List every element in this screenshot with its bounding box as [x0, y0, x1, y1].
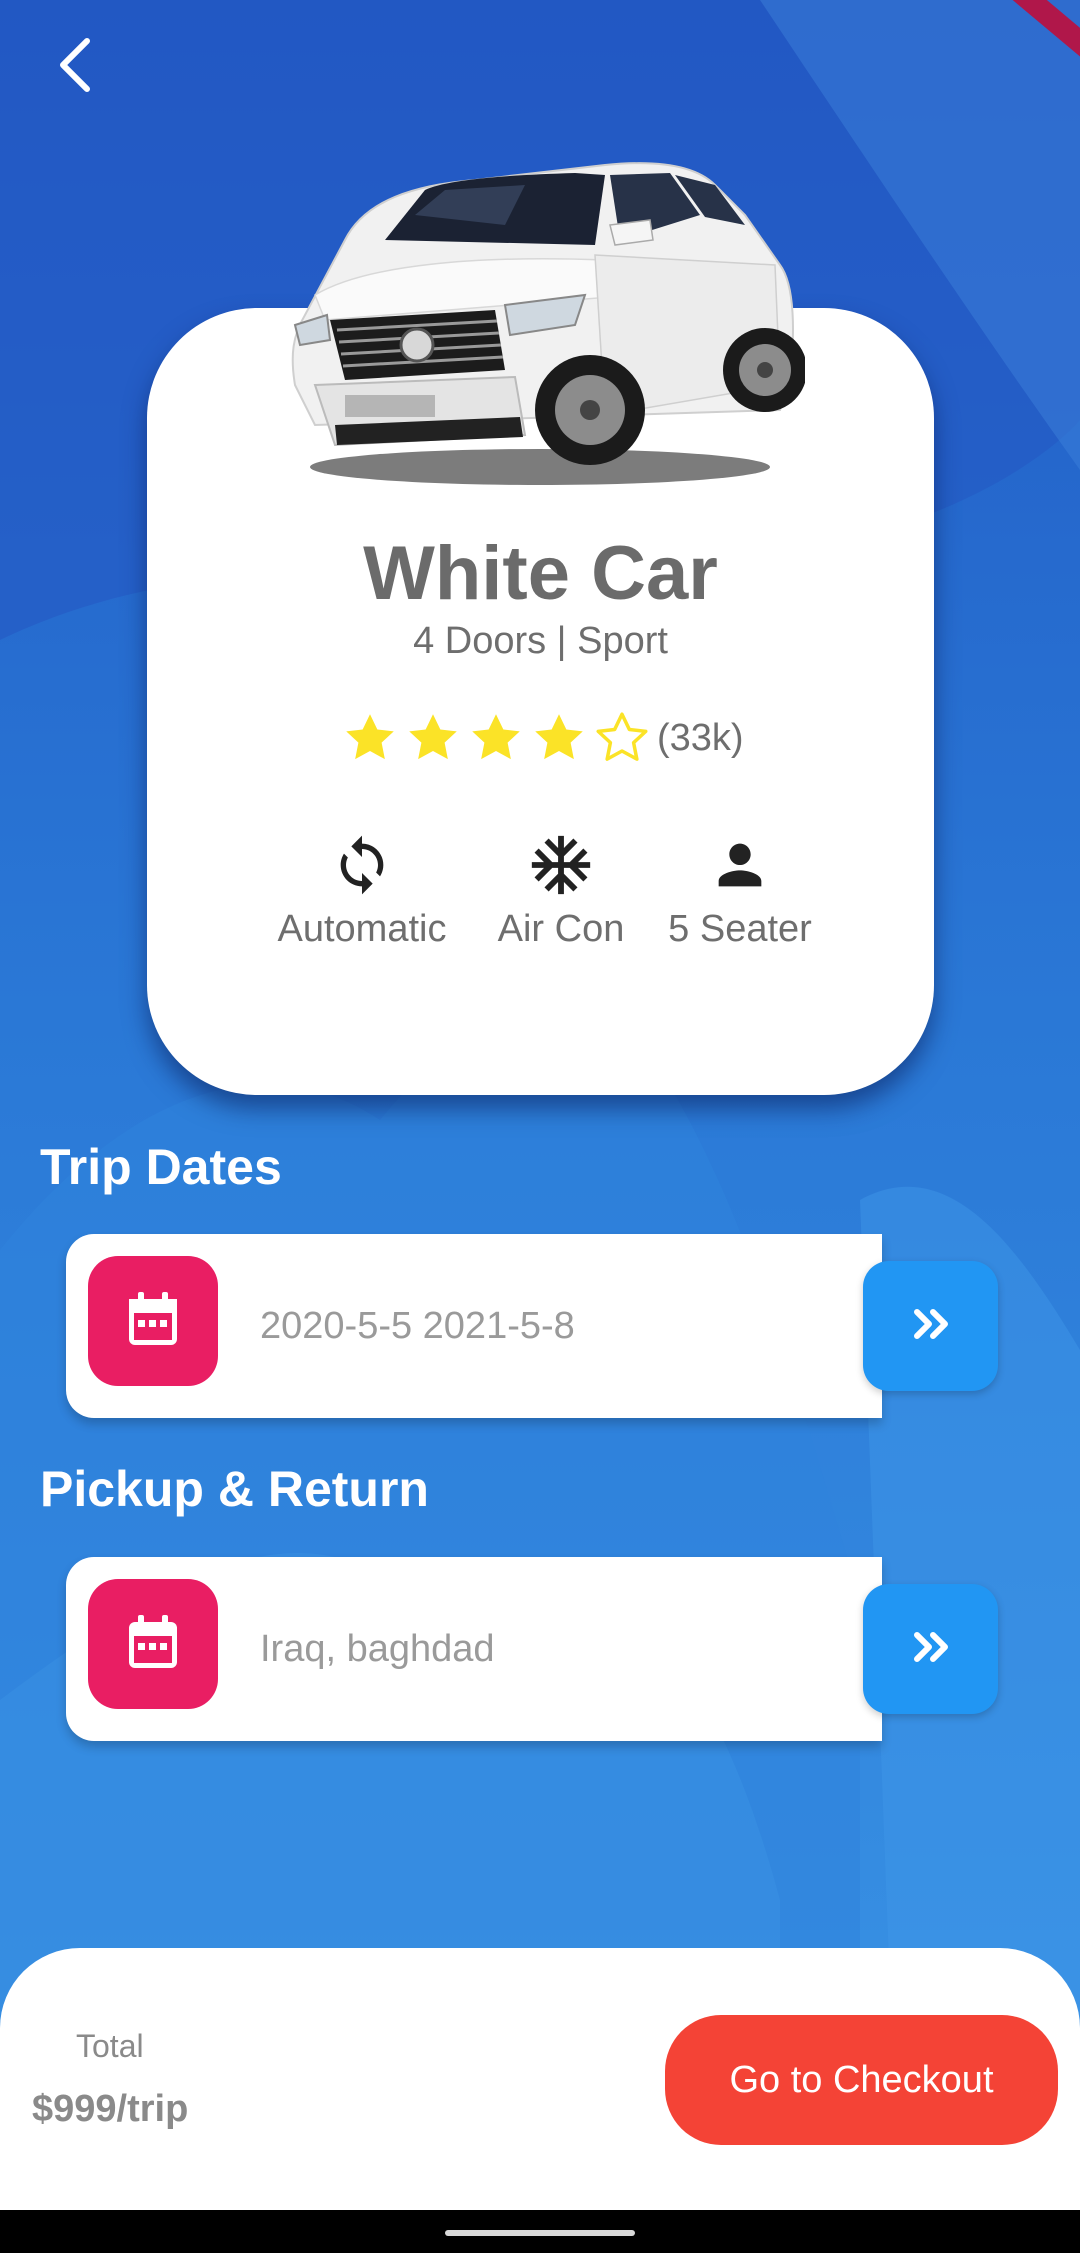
feature-label: Automatic [277, 908, 447, 950]
home-indicator[interactable] [445, 2230, 635, 2236]
debug-banner [1000, 0, 1080, 60]
feature-label: Air Con [497, 908, 625, 950]
pickup-value: Iraq, baghdad [260, 1627, 495, 1670]
double-chevron-right-icon [911, 1306, 951, 1347]
trip-dates-next-button[interactable] [863, 1261, 998, 1391]
total-label: Total [76, 2028, 144, 2064]
pickup-calendar-button[interactable] [88, 1579, 218, 1709]
trip-dates-value: 2020-5-5 2021-5-8 [260, 1304, 575, 1347]
feature-transmission: Automatic [262, 830, 462, 951]
trip-dates-calendar-button[interactable] [88, 1256, 218, 1386]
car-image [275, 145, 807, 485]
double-chevron-right-icon [911, 1629, 951, 1670]
star-filled-icon [409, 714, 457, 760]
star-outline-icon [596, 712, 648, 761]
star-filled-icon [346, 714, 394, 760]
star-filled-icon [472, 714, 520, 760]
star-rating: (33k) [340, 708, 744, 768]
pickup-row[interactable]: Iraq, baghdad [66, 1557, 998, 1741]
pickup-next-button[interactable] [863, 1584, 998, 1714]
trip-dates-title: Trip Dates [40, 1139, 282, 1195]
trip-dates-row[interactable]: 2020-5-5 2021-5-8 [66, 1234, 998, 1418]
calendar-icon [125, 1612, 181, 1677]
feature-aircon: Air Con [481, 830, 641, 951]
back-button[interactable] [40, 32, 110, 102]
person-icon [660, 830, 820, 900]
system-nav-bar [0, 2210, 1080, 2253]
star-filled-icon [535, 714, 583, 760]
checkout-button[interactable]: Go to Checkout [665, 2015, 1058, 2145]
chevron-left-icon [53, 35, 97, 100]
feature-label: 5 Seater [668, 908, 812, 950]
sync-icon [262, 830, 462, 900]
calendar-icon [125, 1289, 181, 1354]
feature-seats: 5 Seater [660, 830, 820, 951]
total-price: $999/trip [32, 2088, 189, 2130]
rating-count: (33k) [657, 716, 744, 759]
snowflake-icon [481, 830, 641, 900]
car-title: White Car [363, 531, 718, 616]
pickup-return-title: Pickup & Return [40, 1461, 429, 1517]
car-subtitle: 4 Doors | Sport [413, 620, 668, 662]
stars [340, 708, 655, 768]
